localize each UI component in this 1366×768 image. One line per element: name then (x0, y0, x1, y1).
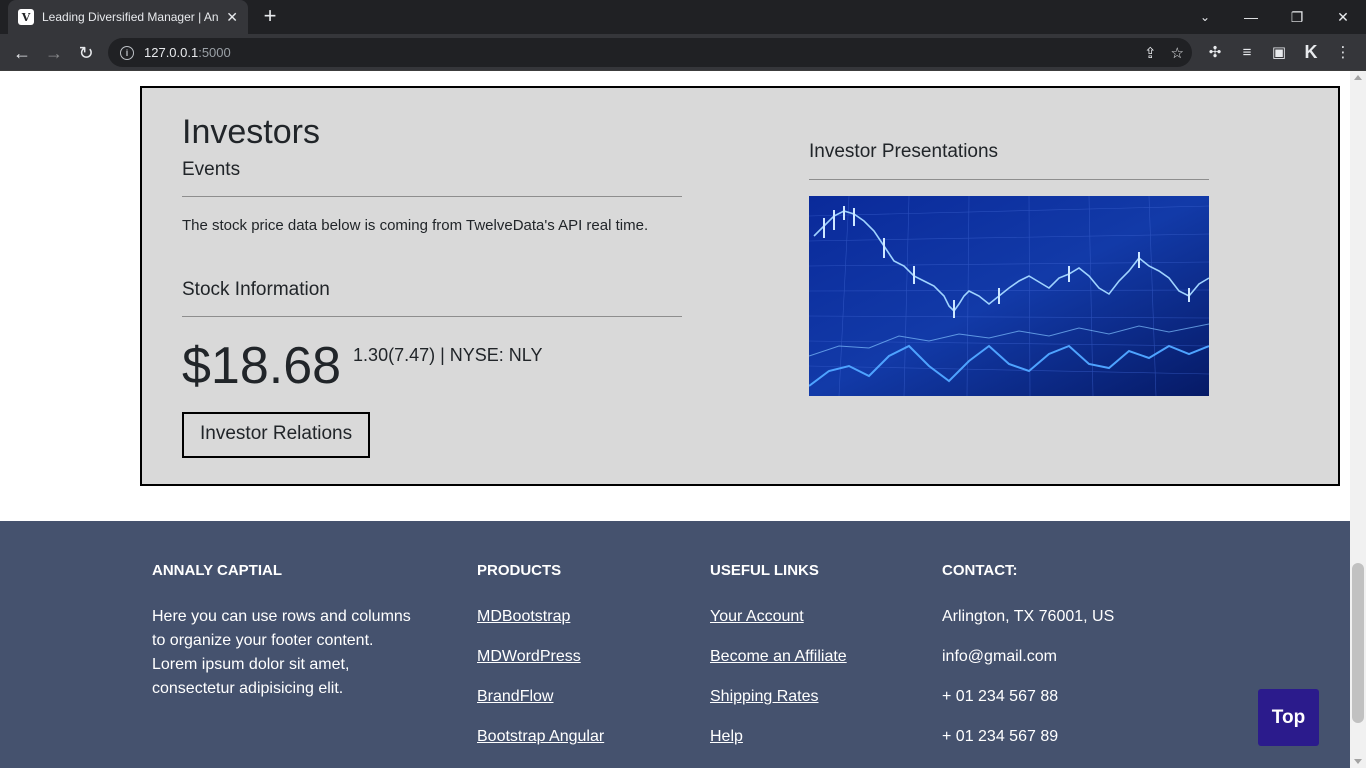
close-window-icon[interactable]: ✕ (1320, 0, 1366, 34)
minimize-icon[interactable]: — (1228, 0, 1274, 34)
stock-price: $18.68 (182, 337, 342, 395)
url-port: :5000 (198, 45, 231, 60)
close-tab-icon[interactable]: ✕ (226, 9, 238, 26)
browser-toolbar: ← → ↻ i 127.0.0.1:5000 ⇪ ☆ ✣ ≡ ▣ K ⋮ (0, 34, 1366, 71)
scroll-down-icon[interactable] (1354, 759, 1362, 764)
investor-presentations-heading: Investor Presentations (809, 141, 999, 162)
forward-icon[interactable]: → (41, 40, 67, 66)
stock-information-heading: Stock Information (182, 279, 330, 300)
address-bar[interactable]: i 127.0.0.1:5000 ⇪ ☆ (108, 38, 1192, 67)
reload-icon[interactable]: ↻ (73, 40, 99, 66)
footer-link-brandflow[interactable]: BrandFlow (477, 688, 553, 705)
share-icon[interactable]: ⇪ (1144, 44, 1157, 62)
contact-phone-2: + 01 234 567 89 (942, 728, 1059, 745)
site-info-icon[interactable]: i (120, 45, 134, 60)
footer-products-heading: PRODUCTS (477, 562, 562, 579)
url-host: 127.0.0.1 (144, 45, 199, 60)
extensions-icon[interactable]: ✣ (1204, 40, 1226, 64)
divider (809, 179, 1209, 180)
footer-link-mdwordpress[interactable]: MDWordPress (477, 648, 581, 665)
footer-brand-heading: ANNALY CAPTIAL (152, 562, 283, 579)
new-tab-icon[interactable]: + (258, 5, 282, 29)
stock-chart-illustration (809, 196, 1209, 396)
page-viewport: Investors Events The stock price data be… (0, 71, 1350, 768)
contact-phone-1: + 01 234 567 88 (942, 688, 1059, 705)
tab-search-icon[interactable]: ⌄ (1192, 0, 1218, 34)
back-icon[interactable]: ← (9, 40, 35, 66)
footer-products-column: PRODUCTS MDBootstrap MDWordPress BrandFl… (477, 561, 604, 765)
footer-contact-heading: CONTACT: (942, 562, 1018, 579)
footer-useful-links-column: USEFUL LINKS Your Account Become an Affi… (710, 561, 847, 765)
divider (182, 196, 682, 197)
footer-link-mdbootstrap[interactable]: MDBootstrap (477, 608, 570, 625)
footer-link-bootstrap-angular[interactable]: Bootstrap Angular (477, 728, 604, 745)
stock-price-row: $18.68 1.30(7.47) | NYSE: NLY (182, 337, 682, 395)
scroll-up-icon[interactable] (1354, 75, 1362, 80)
footer-link-shipping-rates[interactable]: Shipping Rates (710, 688, 819, 705)
investors-section: Investors Events The stock price data be… (140, 86, 1340, 486)
k-extension-icon[interactable]: K (1300, 40, 1322, 64)
footer-useful-links-heading: USEFUL LINKS (710, 562, 819, 579)
bookmark-star-icon[interactable]: ☆ (1171, 44, 1184, 62)
menu-icon[interactable]: ⋮ (1332, 40, 1354, 64)
footer-brand-column: ANNALY CAPTIAL Here you can use rows and… (152, 561, 417, 701)
browser-tab[interactable]: V Leading Diversified Manager | An ✕ (8, 0, 248, 34)
contact-email: info@gmail.com (942, 648, 1057, 665)
investors-title: Investors (182, 113, 320, 151)
site-footer: ANNALY CAPTIAL Here you can use rows and… (0, 521, 1350, 768)
investor-relations-button[interactable]: Investor Relations (182, 412, 371, 458)
browser-tabbar: V Leading Diversified Manager | An ✕ + ⌄… (0, 0, 1366, 34)
media-control-icon[interactable]: ≡ (1236, 40, 1258, 64)
contact-address: Arlington, TX 76001, US (942, 608, 1115, 625)
side-panel-icon[interactable]: ▣ (1268, 40, 1290, 64)
stock-change: 1.30(7.47) | NYSE: NLY (353, 345, 543, 365)
scrollbar-thumb[interactable] (1352, 563, 1364, 723)
divider (182, 316, 682, 317)
tab-title: Leading Diversified Manager | An (42, 10, 219, 24)
footer-contact-column: CONTACT: Arlington, TX 76001, US info@gm… (942, 561, 1114, 765)
restore-icon[interactable]: ❐ (1274, 0, 1320, 34)
page-scrollbar[interactable] (1350, 71, 1366, 768)
events-heading: Events (182, 159, 241, 180)
stock-data-description: The stock price data below is coming fro… (182, 217, 649, 234)
back-to-top-button[interactable]: Top (1258, 689, 1319, 746)
site-favicon-icon: V (18, 9, 34, 25)
footer-link-help[interactable]: Help (710, 728, 743, 745)
footer-link-become-affiliate[interactable]: Become an Affiliate (710, 648, 847, 665)
footer-brand-text: Here you can use rows and columns to org… (152, 608, 411, 697)
footer-link-your-account[interactable]: Your Account (710, 608, 804, 625)
stock-chart-image (809, 196, 1209, 396)
